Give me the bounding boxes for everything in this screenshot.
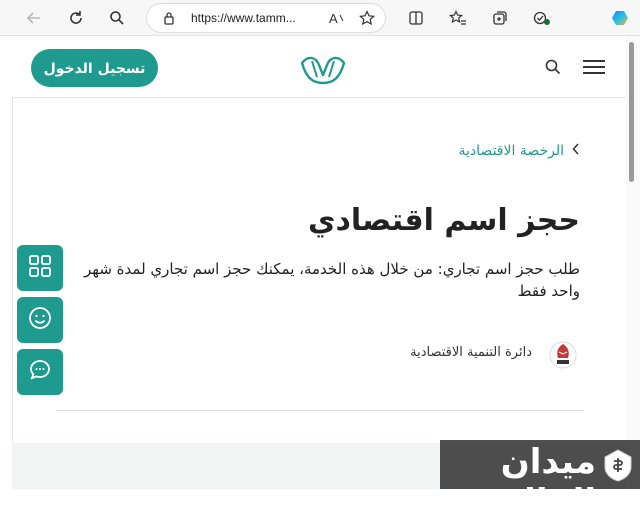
collections-icon[interactable] (488, 6, 512, 30)
favorite-star-icon[interactable] (355, 6, 379, 30)
page-description: طلب حجز اسم تجاري: من خلال هذه الخدمة، ي… (84, 260, 580, 300)
feedback-smile-icon (28, 306, 52, 334)
url-text: https://www.tamm... (191, 11, 296, 25)
page-title: حجز اسم اقتصادي (308, 203, 580, 238)
scrollbar-thumb[interactable] (629, 42, 634, 182)
extensions-icon[interactable] (530, 6, 554, 30)
lock-icon[interactable] (157, 6, 181, 30)
breadcrumb-label[interactable]: الرخصة الاقتصادية (459, 143, 564, 159)
breadcrumb[interactable]: الرخصة الاقتصادية (459, 143, 580, 159)
apps-grid-button[interactable] (17, 245, 63, 291)
back-arrow-icon[interactable] (22, 6, 46, 30)
split-screen-icon[interactable] (404, 6, 428, 30)
abu-dhabi-emblem-icon (548, 338, 578, 372)
apps-grid-icon (28, 254, 52, 282)
department-name: دائرة التنمية الاقتصادية (410, 345, 532, 360)
login-button[interactable]: تسجيل الدخول (31, 49, 158, 87)
svg-text:A: A (329, 11, 338, 25)
chat-button[interactable] (17, 349, 63, 395)
browser-toolbar: https://www.tamm... A (0, 0, 640, 36)
favorites-icon[interactable] (446, 6, 470, 30)
copilot-icon[interactable] (608, 6, 632, 30)
tamm-logo-icon[interactable] (298, 53, 348, 85)
section-divider (56, 410, 584, 411)
menu-icon[interactable] (582, 58, 606, 76)
chat-icon (28, 358, 52, 386)
search-icon[interactable] (544, 58, 562, 76)
watermark-text: ميدان المال (500, 442, 596, 522)
watermark-logo-icon (602, 448, 634, 486)
refresh-icon[interactable] (64, 6, 88, 30)
read-aloud-icon[interactable]: A (325, 6, 349, 30)
address-bar[interactable]: https://www.tamm... A (146, 3, 386, 33)
search-icon[interactable] (105, 6, 129, 30)
watermark: ميدان المال (440, 440, 640, 522)
chevron-left-icon (572, 143, 580, 159)
feedback-button[interactable] (17, 297, 63, 343)
